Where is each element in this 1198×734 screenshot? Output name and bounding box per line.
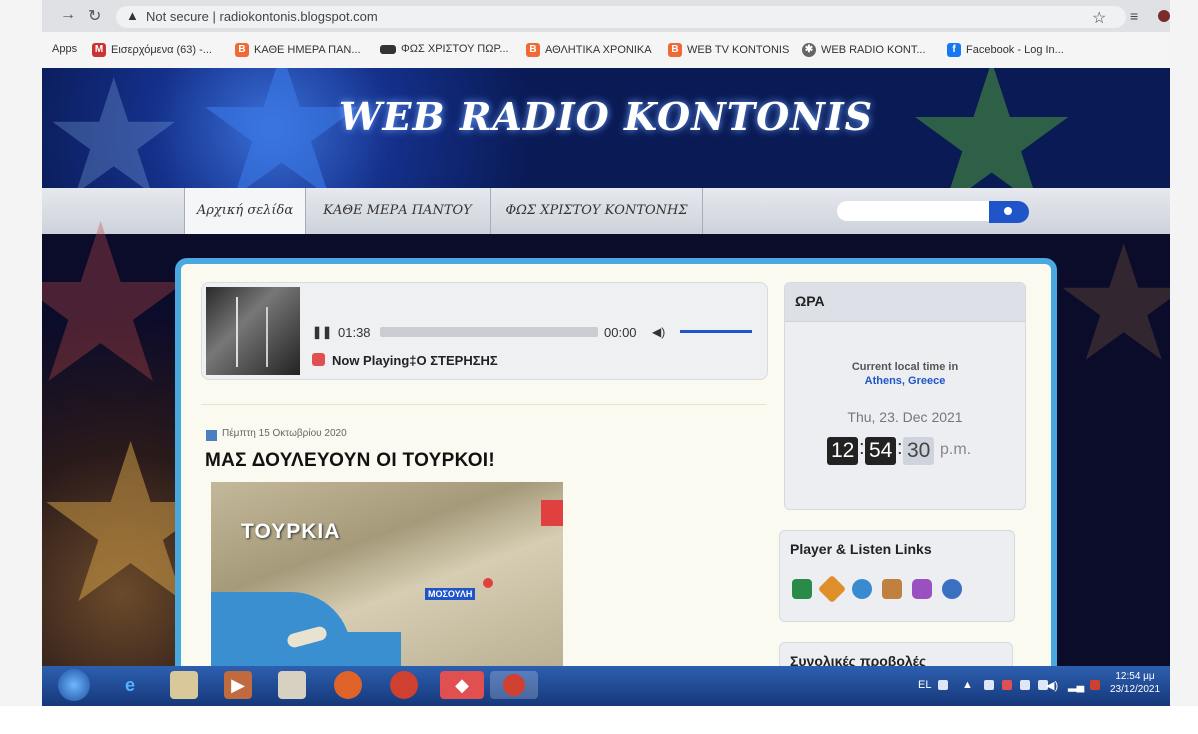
volume-icon[interactable]: ◀) [1046, 679, 1058, 692]
bookmark-fos-christou[interactable]: ΦΩΣ ΧΡΙΣΤΟΥ ΠΩΡ... [380, 43, 509, 55]
forward-icon[interactable]: → [60, 6, 76, 24]
facebook-icon: f [947, 43, 961, 57]
content-panel: ❚❚ 01:38 00:00 ◀) Now Playing‡Ο ΣΤΕΡΗΣΗΣ… [175, 258, 1057, 690]
bookmark-web-tv[interactable]: B WEB TV KONTONIS [668, 43, 789, 57]
taskbar: e ▶ ◆ EL ▲ ◀) ▂▄ 12:54 μμ 23/12/2021 [42, 666, 1170, 706]
audio-player: ❚❚ 01:38 00:00 ◀) Now Playing‡Ο ΣΤΕΡΗΣΗΣ [201, 282, 768, 380]
post-date: Πέμπτη 15 Οκτωβρίου 2020 [222, 428, 347, 439]
chrome-active-icon[interactable] [490, 671, 538, 699]
bottom-margin [0, 706, 1198, 734]
remaining-time: 00:00 [604, 325, 637, 340]
blogger-icon: B [668, 43, 682, 57]
map-city-label: ΜΟΣΟΥΛΗ [425, 588, 476, 600]
vlc-icon[interactable] [882, 579, 902, 599]
clock-hours: 12 [827, 437, 859, 465]
left-margin [0, 0, 42, 706]
bookmark-kathe-mera[interactable]: B ΚΑΘΕ ΗΜΕΡΑ ΠΑΝ... [235, 43, 361, 57]
media-player-icon[interactable]: ▶ [224, 671, 252, 699]
flag-icon[interactable] [1090, 680, 1100, 690]
notepad-icon[interactable] [278, 671, 306, 699]
chrome-icon[interactable] [390, 671, 418, 699]
tray-app-icon[interactable] [1020, 680, 1030, 690]
blogger-icon: B [526, 43, 540, 57]
browser-toolbar: → ↻ ▲ Not secure | radiokontonis.blogspo… [42, 0, 1170, 32]
language-indicator[interactable]: EL [918, 679, 931, 691]
reading-list-icon[interactable]: ≡ [1130, 8, 1138, 24]
elapsed-time: 01:38 [338, 325, 371, 340]
signal-icon[interactable]: ▂▄ [1068, 679, 1084, 692]
radio-icon: ✱ [802, 43, 816, 57]
realplayer-icon[interactable] [942, 579, 962, 599]
blogger-icon: B [235, 43, 249, 57]
site-title[interactable]: WEB RADIO KONTONIS [42, 94, 1170, 139]
profile-avatar[interactable] [1158, 10, 1170, 22]
calendar-icon [206, 430, 217, 441]
site-icon [380, 44, 396, 54]
bookmark-star-icon[interactable]: ☆ [1092, 8, 1106, 28]
search-input[interactable] [837, 201, 989, 221]
bookmark-athlitika[interactable]: B ΑΘΛΗΤΙΚΑ ΧΡΟΝΙΚΑ [526, 43, 652, 57]
post-image-map[interactable]: ΤΟΥΡΚΙΑ ΜΟΣΟΥΛΗ [211, 482, 563, 682]
map-country-label: ΤΟΥΡΚΙΑ [241, 520, 341, 543]
bookmark-apps[interactable]: Apps [52, 43, 77, 55]
gmail-icon: M [92, 43, 106, 57]
internet-explorer-icon[interactable]: e [116, 671, 144, 699]
start-button[interactable] [58, 669, 90, 701]
progress-bar[interactable] [380, 327, 598, 337]
decor-star: ★ [1052, 214, 1170, 393]
warning-icon[interactable]: ▲ [126, 8, 139, 23]
media-player-icon[interactable] [852, 579, 872, 599]
clock-ampm: p.m. [940, 441, 972, 458]
site-header: ★ ★ ★ WEB RADIO KONTONIS [42, 68, 1170, 188]
map-badge [541, 500, 563, 526]
system-date: 23/12/2021 [1110, 684, 1161, 695]
menu-home[interactable]: Αρχική σελίδα [184, 188, 306, 234]
clock-colon: : [897, 437, 903, 459]
clock-label: Current local time in [851, 361, 959, 373]
reload-icon[interactable]: ↻ [88, 6, 101, 26]
links-title: Player & Listen Links [790, 541, 932, 557]
album-art [206, 287, 300, 375]
clock-colon: : [859, 437, 865, 459]
folder-icon[interactable] [170, 671, 198, 699]
address-text[interactable]: Not secure | radiokontonis.blogspot.com [146, 9, 378, 24]
system-clock[interactable]: 12:54 μμ 23/12/2021 [1110, 670, 1160, 696]
divider [201, 404, 766, 405]
menu-kathe-mera[interactable]: ΚΑΘΕ ΜΕΡΑ ΠΑΝΤΟΥ [305, 188, 491, 234]
shield-icon[interactable] [792, 579, 812, 599]
keyboard-icon[interactable] [938, 680, 948, 690]
bookmarks-bar: Apps M Εισερχόμενα (63) -... B ΚΑΘΕ ΗΜΕΡΑ … [42, 32, 1170, 69]
anydesk-icon[interactable]: ◆ [440, 671, 484, 699]
bookmark-gmail[interactable]: M Εισερχόμενα (63) -... [92, 43, 212, 57]
post-title[interactable]: ΜΑΣ ΔΟΥΛΕΥΟΥΝ ΟΙ ΤΟΥΡΚΟΙ! [205, 450, 495, 472]
winamp-icon[interactable] [817, 574, 847, 604]
volume-slider[interactable] [680, 330, 752, 333]
clock-date: Thu, 23. Dec 2021 [847, 409, 963, 425]
firefox-icon[interactable] [334, 671, 362, 699]
player-links-widget: Player & Listen Links [779, 530, 1015, 622]
tray-app-icon[interactable] [1002, 680, 1012, 690]
volume-icon[interactable]: ◀) [652, 325, 665, 339]
right-margin [1170, 0, 1198, 706]
clock-widget: ΩΡΑ Current local time in Athens, Greece… [784, 282, 1026, 510]
itunes-icon[interactable] [912, 579, 932, 599]
clock-city-link[interactable]: Athens, Greece [785, 375, 1025, 387]
clock-title: ΩΡΑ [795, 293, 825, 309]
bookmark-facebook[interactable]: f Facebook - Log In... [947, 43, 1064, 57]
music-icon [312, 353, 325, 366]
tray-app-icon[interactable] [984, 680, 994, 690]
screen-photo: → ↻ ▲ Not secure | radiokontonis.blogspo… [42, 0, 1170, 706]
clock-minutes: 54 [865, 437, 897, 465]
site-menu: Αρχική σελίδα ΚΑΘΕ ΜΕΡΑ ΠΑΝΤΟΥ ΦΩΣ ΧΡΙΣΤ… [42, 188, 1170, 235]
tray-expand-icon[interactable]: ▲ [962, 679, 973, 691]
menu-fos-christou[interactable]: ΦΩΣ ΧΡΙΣΤΟΥ ΚΟΝΤΟΝΗΣ [491, 188, 703, 234]
system-time: 12:54 μμ [1115, 671, 1155, 682]
map-pin-icon [483, 578, 493, 588]
clock-seconds: 30 [903, 437, 935, 465]
now-playing: Now Playing‡Ο ΣΤΕΡΗΣΗΣ [332, 353, 498, 368]
bookmark-web-radio[interactable]: ✱ WEB RADIO KONT... [802, 43, 926, 57]
search-button[interactable] [989, 201, 1029, 223]
pause-icon[interactable]: ❚❚ [312, 325, 332, 339]
